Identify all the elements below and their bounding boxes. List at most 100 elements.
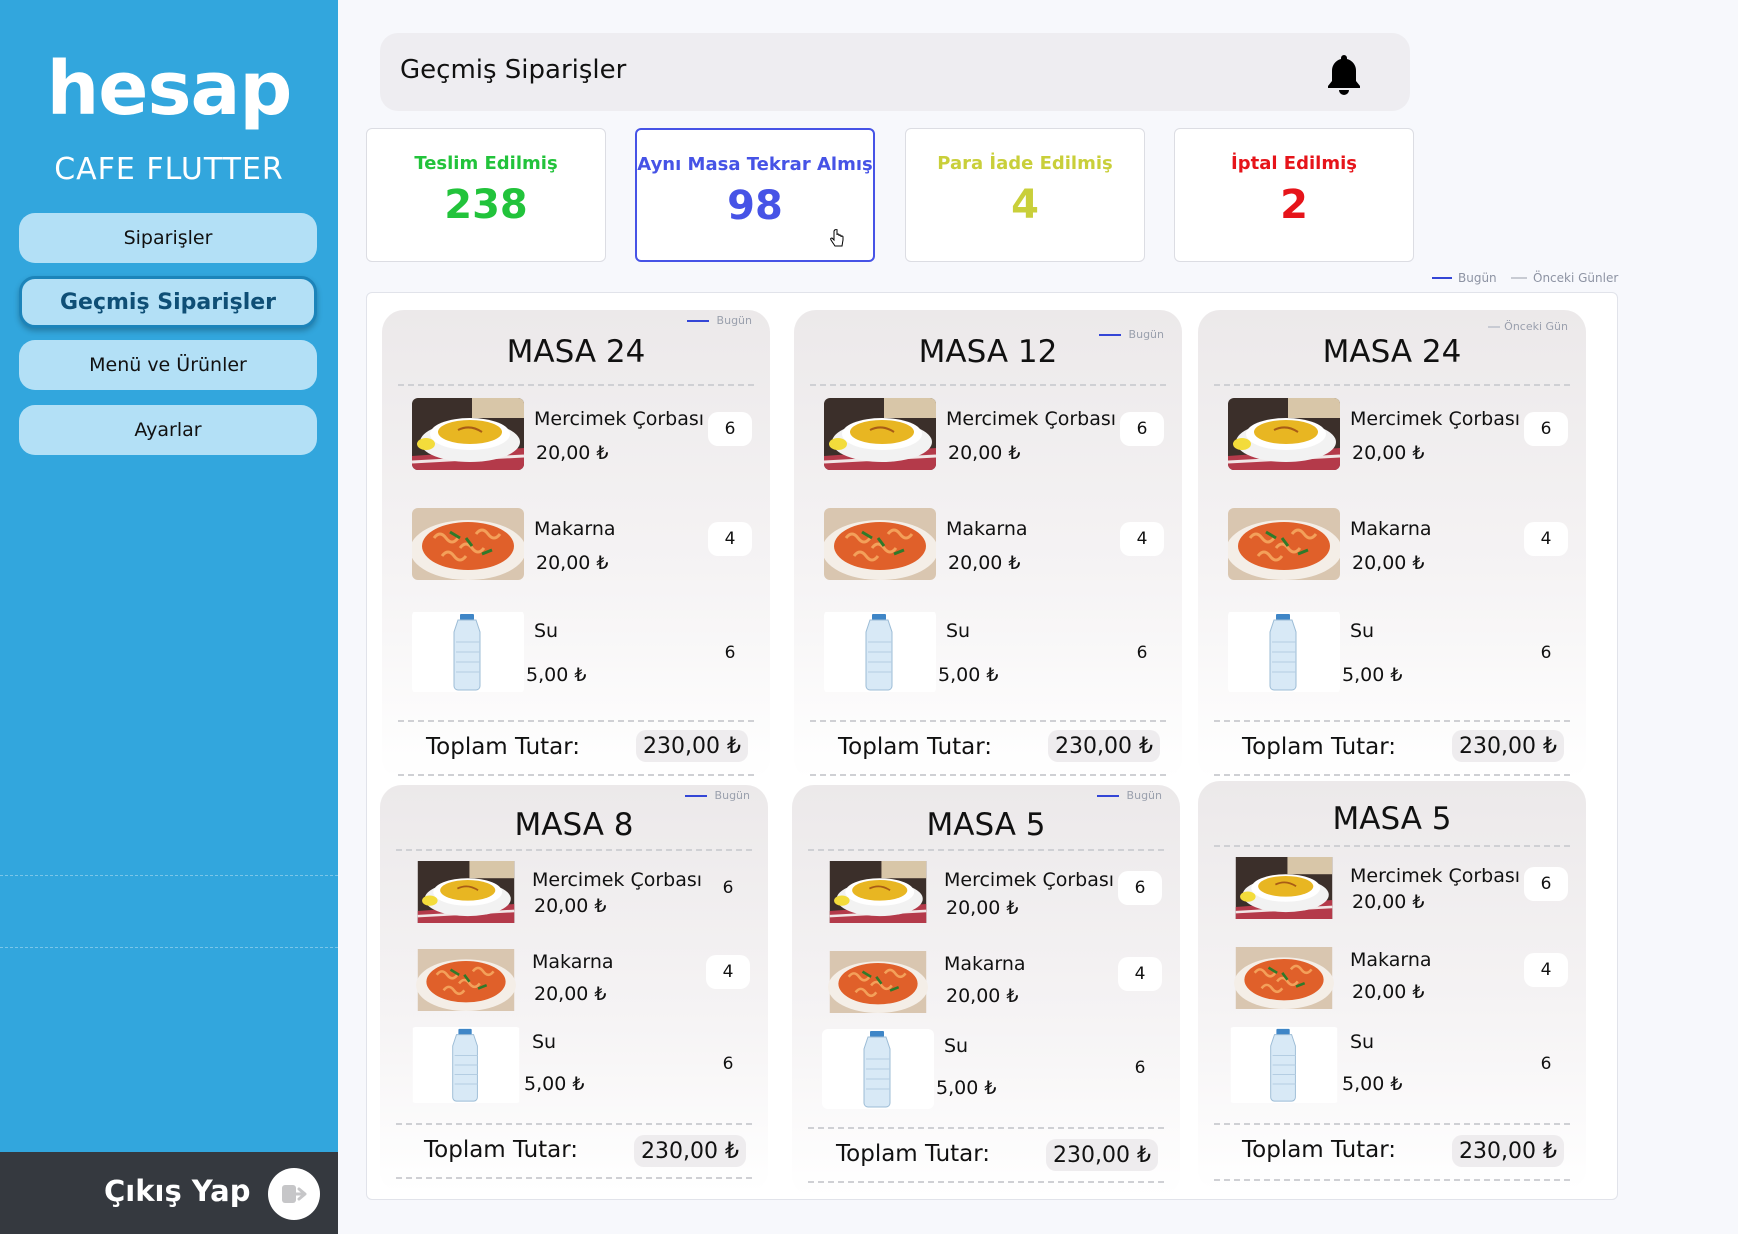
logout-icon xyxy=(282,1185,307,1203)
lentil-soup-image xyxy=(1228,398,1340,470)
divider xyxy=(808,1181,1164,1183)
item-name: Su xyxy=(1350,620,1375,642)
stat-value: 2 xyxy=(1280,182,1308,228)
lentil-soup-image xyxy=(412,398,524,470)
item-qty: 6 xyxy=(1540,1054,1552,1074)
divider xyxy=(398,774,754,776)
badge-line-icon xyxy=(1096,794,1119,797)
pasta-image xyxy=(410,949,522,1011)
item-price: 5,00 ₺ xyxy=(524,1073,585,1095)
sidebar-item-menu-ve-urunler[interactable]: Menü ve Ürünler xyxy=(19,340,317,390)
badge-label: Önceki Gün xyxy=(1504,320,1568,333)
item-name: Su xyxy=(944,1035,969,1057)
badge-line-icon xyxy=(684,794,707,797)
table-title: MASA 5 xyxy=(1332,801,1452,837)
item-qty: 6 xyxy=(1136,643,1148,663)
order-item: Mercimek Çorbası 20,00 ₺ 6 xyxy=(412,398,752,478)
divider xyxy=(810,384,1166,386)
divider xyxy=(396,1123,752,1125)
divider xyxy=(398,384,754,386)
brand-name: CAFE FLUTTER xyxy=(54,152,284,187)
item-name: Makarna xyxy=(1350,518,1432,540)
order-card[interactable]: MASA 5 Mercimek Çorbası 20,00 ₺ 6 Makarn… xyxy=(1198,781,1586,1191)
sidebar-item-siparisler[interactable]: Siparişler xyxy=(19,213,317,263)
order-item: Su 5,00 ₺ 6 xyxy=(1228,1027,1568,1107)
order-card[interactable]: Bugün MASA 24 Mercimek Çorbası 20,00 ₺ 6… xyxy=(382,310,770,780)
total-value: 230,00 ₺ xyxy=(1048,730,1160,762)
item-name: Makarna xyxy=(532,951,614,973)
page-title: Geçmiş Siparişler xyxy=(400,55,627,85)
item-price: 20,00 ₺ xyxy=(1352,442,1425,464)
stat-value: 238 xyxy=(444,182,528,228)
pasta-image xyxy=(824,508,936,580)
item-qty: 6 xyxy=(1118,871,1162,905)
badge-line-icon xyxy=(686,319,709,322)
item-price: 20,00 ₺ xyxy=(946,897,1019,919)
bell-icon[interactable] xyxy=(1324,51,1364,95)
legend-today: Bugün xyxy=(1432,271,1497,285)
item-price: 20,00 ₺ xyxy=(1352,552,1425,574)
badge-label: Bugün xyxy=(716,314,752,327)
order-card[interactable]: Bugün MASA 12 Mercimek Çorbası 20,00 ₺ 6… xyxy=(794,310,1182,780)
item-qty: 6 xyxy=(722,878,734,898)
divider xyxy=(1214,1179,1570,1181)
order-card[interactable]: Bugün MASA 8 Mercimek Çorbası 20,00 ₺ 6 … xyxy=(380,785,768,1193)
sidebar-item-ayarlar[interactable]: Ayarlar xyxy=(19,405,317,455)
pasta-image xyxy=(822,951,934,1013)
sidebar-item-gecmis-siparisler[interactable]: Geçmiş Siparişler xyxy=(19,276,317,328)
card-badge: Bugün xyxy=(1096,789,1162,802)
item-name: Makarna xyxy=(944,953,1026,975)
stat-label: İptal Edilmiş xyxy=(1231,153,1357,174)
order-item: Makarna 20,00 ₺ 4 xyxy=(822,951,1162,1031)
item-name: Mercimek Çorbası xyxy=(534,408,705,430)
legend-line-icon xyxy=(1511,277,1527,279)
item-qty: 6 xyxy=(724,643,736,663)
item-price: 20,00 ₺ xyxy=(536,442,609,464)
stat-card-ayni-masa-tekrar[interactable]: Aynı Masa Tekrar Almış 98 xyxy=(635,128,875,262)
order-item: Makarna 20,00 ₺ 4 xyxy=(410,949,750,1029)
page-header: Geçmiş Siparişler xyxy=(380,33,1410,111)
lentil-soup-image xyxy=(1228,857,1340,919)
total-label: Toplam Tutar: xyxy=(1242,734,1397,760)
item-price: 20,00 ₺ xyxy=(948,552,1021,574)
total-label: Toplam Tutar: xyxy=(836,1141,991,1167)
item-qty: 4 xyxy=(1524,953,1568,987)
item-name: Su xyxy=(946,620,971,642)
stat-value: 4 xyxy=(1011,182,1039,228)
divider xyxy=(1214,384,1570,386)
order-card[interactable]: Önceki Gün MASA 24 Mercimek Çorbası 20,0… xyxy=(1198,310,1586,780)
water-bottle-image xyxy=(824,610,936,694)
logout-label[interactable]: Çıkış Yap xyxy=(104,1174,250,1208)
order-item: Makarna 20,00 ₺ 4 xyxy=(412,508,752,588)
stat-card-iptal-edilmis[interactable]: İptal Edilmiş 2 xyxy=(1174,128,1414,262)
item-name: Mercimek Çorbası xyxy=(946,408,1117,430)
stat-card-teslim-edilmis[interactable]: Teslim Edilmiş 238 xyxy=(366,128,606,262)
divider xyxy=(1214,1123,1570,1125)
legend-label: Önceki Günler xyxy=(1533,271,1619,285)
item-qty: 6 xyxy=(722,1054,734,1074)
stat-card-para-iade[interactable]: Para İade Edilmiş 4 xyxy=(905,128,1145,262)
order-item: Mercimek Çorbası 20,00 ₺ 6 xyxy=(822,861,1162,941)
table-title: MASA 5 xyxy=(926,807,1046,843)
logout-button[interactable] xyxy=(268,1168,320,1220)
orders-panel: Bugün MASA 24 Mercimek Çorbası 20,00 ₺ 6… xyxy=(366,292,1618,1200)
order-card[interactable]: Bugün MASA 5 Mercimek Çorbası 20,00 ₺ 6 … xyxy=(792,785,1180,1197)
item-qty: 6 xyxy=(1120,412,1164,446)
total-value: 230,00 ₺ xyxy=(1046,1139,1158,1171)
divider xyxy=(1214,845,1570,847)
item-price: 5,00 ₺ xyxy=(938,664,999,686)
legend-line-icon xyxy=(1432,277,1452,279)
total-value: 230,00 ₺ xyxy=(1452,1135,1564,1167)
order-item: Makarna 20,00 ₺ 4 xyxy=(1228,508,1568,588)
item-price: 5,00 ₺ xyxy=(1342,1073,1403,1095)
sidebar-divider xyxy=(0,947,338,948)
item-price: 20,00 ₺ xyxy=(534,895,607,917)
water-bottle-image xyxy=(412,610,524,694)
item-qty: 6 xyxy=(1540,643,1552,663)
item-name: Mercimek Çorbası xyxy=(944,869,1115,891)
lentil-soup-image xyxy=(410,861,522,923)
stat-label: Aynı Masa Tekrar Almış xyxy=(637,154,873,175)
card-badge: Bugün xyxy=(686,314,752,327)
order-item: Makarna 20,00 ₺ 4 xyxy=(1228,947,1568,1027)
order-item: Su 5,00 ₺ 6 xyxy=(1228,610,1568,700)
